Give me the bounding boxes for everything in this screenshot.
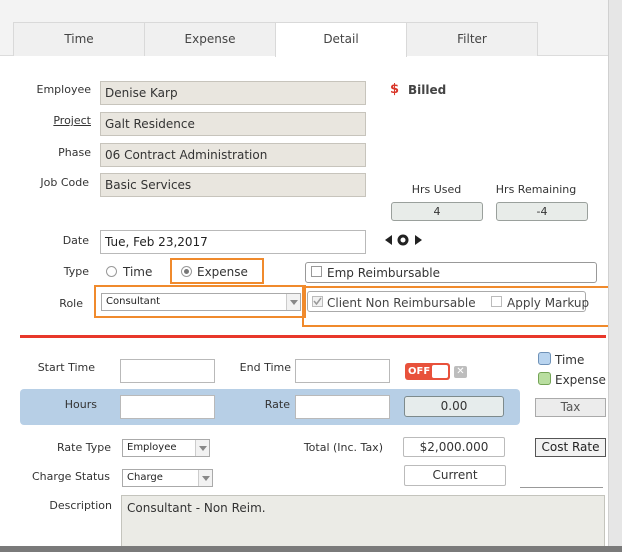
hours-field[interactable] bbox=[120, 395, 215, 419]
apply-markup-label: Apply Markup bbox=[507, 296, 590, 310]
type-label: Type bbox=[63, 265, 89, 278]
charge-status-label: Charge Status bbox=[31, 470, 110, 483]
tab-expense[interactable]: Expense bbox=[144, 22, 276, 56]
tax-button[interactable]: Tax bbox=[535, 398, 606, 417]
rate-type-label: Rate Type bbox=[57, 441, 111, 454]
legend-time-label: Time bbox=[555, 353, 585, 367]
tab-time[interactable]: Time bbox=[13, 22, 145, 56]
detail-panel: Time Expense Detail Filter Employee Deni… bbox=[0, 0, 613, 552]
cost-rate-button[interactable]: Cost Rate bbox=[535, 438, 606, 457]
total-field: $2,000.000 bbox=[403, 437, 505, 457]
rate-field[interactable] bbox=[295, 395, 390, 419]
hrs-used-label: Hrs Used bbox=[411, 183, 462, 196]
employee-label: Employee bbox=[36, 83, 91, 96]
date-nav-icons bbox=[385, 234, 422, 246]
timer-toggle-label: OFF bbox=[408, 366, 431, 377]
project-link[interactable]: Project bbox=[20, 114, 91, 127]
hrs-remaining-label: Hrs Remaining bbox=[495, 183, 577, 196]
total-label: Total (Inc. Tax) bbox=[303, 441, 383, 454]
hrs-used-value: 4 bbox=[391, 202, 483, 221]
section-divider bbox=[20, 335, 606, 338]
legend-expense-label: Expense bbox=[555, 373, 606, 387]
check-icon bbox=[313, 297, 322, 306]
signature-line bbox=[520, 487, 603, 488]
client-non-reimbursable-checkbox[interactable] bbox=[312, 296, 323, 307]
date-label: Date bbox=[62, 234, 89, 247]
toggle-knob bbox=[432, 365, 448, 378]
rate-type-select[interactable]: Employee bbox=[122, 439, 210, 457]
end-time-label: End Time bbox=[239, 361, 291, 374]
phase-field: 06 Contract Administration bbox=[100, 143, 366, 167]
type-expense-radio[interactable] bbox=[181, 266, 192, 277]
tab-bar: Time Expense Detail Filter bbox=[0, 0, 608, 57]
timer-toggle[interactable]: OFF bbox=[405, 363, 450, 380]
charge-status-select[interactable]: Charge bbox=[122, 469, 213, 487]
current-button[interactable]: Current bbox=[404, 465, 506, 486]
rate-label: Rate bbox=[264, 398, 290, 411]
legend-expense-swatch bbox=[538, 372, 551, 385]
clear-icon[interactable]: ✕ bbox=[454, 366, 467, 378]
apply-markup-checkbox[interactable] bbox=[491, 296, 502, 307]
role-select[interactable]: Consultant bbox=[101, 293, 301, 311]
type-time-radio[interactable] bbox=[106, 266, 117, 277]
right-gutter bbox=[608, 0, 622, 552]
rate-type-value: Employee bbox=[127, 442, 177, 453]
chevron-down-icon bbox=[286, 294, 300, 310]
employee-field: Denise Karp bbox=[100, 81, 366, 105]
hrs-remaining-value: -4 bbox=[496, 202, 588, 221]
next-day-icon[interactable] bbox=[415, 235, 422, 245]
chevron-down-icon bbox=[195, 440, 209, 456]
start-time-label: Start Time bbox=[37, 361, 95, 374]
chevron-down-icon bbox=[198, 470, 212, 486]
charge-status-value: Charge bbox=[127, 472, 163, 483]
job-code-field: Basic Services bbox=[100, 173, 366, 197]
billed-label: Billed bbox=[408, 83, 447, 97]
end-time-field[interactable] bbox=[295, 359, 390, 383]
emp-reimbursable-checkbox[interactable] bbox=[311, 266, 322, 277]
date-navigation bbox=[385, 233, 423, 247]
prev-day-icon[interactable] bbox=[385, 235, 392, 245]
tab-filter[interactable]: Filter bbox=[406, 22, 538, 56]
amount-field: 0.00 bbox=[404, 396, 504, 417]
legend-time-swatch bbox=[538, 352, 551, 365]
start-time-field[interactable] bbox=[120, 359, 215, 383]
description-label: Description bbox=[49, 499, 112, 512]
hours-label: Hours bbox=[64, 398, 97, 411]
phase-label: Phase bbox=[58, 146, 91, 159]
billed-dollar-icon: $ bbox=[390, 82, 400, 97]
type-expense-label: Expense bbox=[197, 265, 248, 279]
job-code-label: Job Code bbox=[40, 176, 89, 189]
tab-detail[interactable]: Detail bbox=[275, 22, 407, 57]
client-non-reimbursable-label: Client Non Reimbursable bbox=[327, 296, 476, 310]
project-field: Galt Residence bbox=[100, 112, 366, 136]
description-field[interactable]: Consultant - Non Reim. bbox=[121, 495, 605, 552]
emp-reimbursable-label: Emp Reimbursable bbox=[327, 266, 441, 280]
role-label: Role bbox=[59, 297, 83, 310]
role-select-value: Consultant bbox=[106, 296, 161, 307]
date-field[interactable]: Tue, Feb 23,2017 bbox=[100, 230, 366, 254]
bottom-bar bbox=[0, 546, 622, 552]
type-time-label: Time bbox=[123, 265, 153, 279]
